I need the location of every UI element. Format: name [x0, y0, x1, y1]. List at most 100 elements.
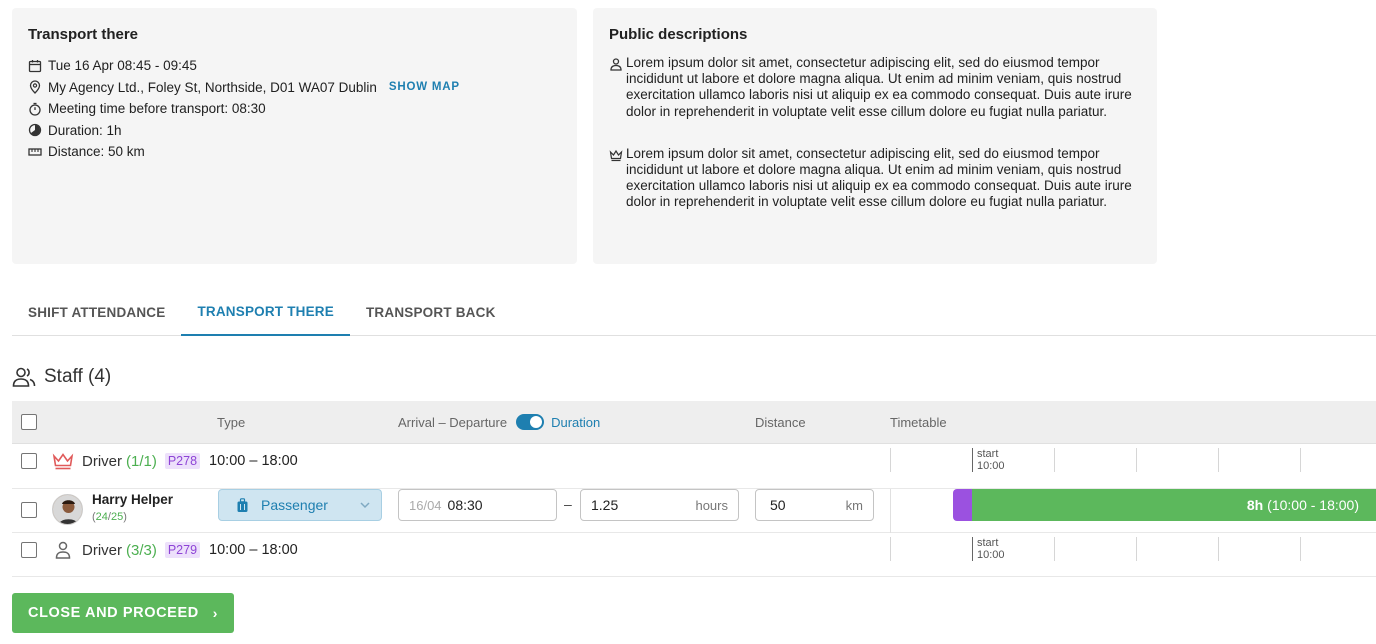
chevron-down-icon [360, 502, 370, 509]
person-icon [610, 58, 622, 71]
row-checkbox-wrap [21, 453, 37, 469]
meeting-time-text: Meeting time before transport: 08:30 [48, 101, 266, 117]
timeline-range: (10:00 - 18:00) [1267, 497, 1359, 513]
tab-transport-back[interactable]: TRANSPORT BACK [350, 288, 512, 336]
location-pin-icon [29, 80, 41, 95]
timeline-transport-segment [953, 489, 972, 521]
select-all-checkbox[interactable] [21, 414, 37, 430]
timeline-tick [890, 448, 891, 472]
calendar-icon [28, 59, 42, 72]
row-checkbox[interactable] [21, 453, 37, 469]
public-description-item: Lorem ipsum dolor sit amet, consectetur … [609, 55, 1141, 120]
table-row-driver-group: Driver (1/1) P278 10:00 – 18:00 start 10:… [12, 444, 1376, 489]
row-checkbox-wrap [21, 542, 37, 558]
type-select-value: Passenger [261, 497, 328, 513]
group-badge: P278 [164, 453, 201, 469]
avatar-image [53, 495, 82, 524]
range-dash: – [564, 496, 572, 512]
person-icon [55, 541, 71, 559]
timeline-start-marker: start 10:00 [972, 448, 1005, 472]
crown-icon [609, 149, 623, 161]
timeline-start-marker: start 10:00 [972, 537, 1005, 561]
row-checkbox-wrap [21, 502, 37, 518]
transport-date-text: Tue 16 Apr 08:45 - 09:45 [48, 58, 197, 74]
transport-location-text: My Agency Ltd., Foley St, Northside, D01… [48, 79, 377, 95]
timeline-ticks: start 10:00 [890, 448, 1376, 472]
avatar[interactable] [52, 494, 83, 525]
public-description-item: Lorem ipsum dolor sit amet, consectetur … [609, 146, 1141, 211]
duration-toggle[interactable] [516, 414, 545, 430]
timeline-tick [1054, 537, 1055, 561]
luggage-icon [237, 497, 248, 512]
table-row-person: Harry Helper (24/25) Passenger 16/04 08:… [12, 489, 1376, 533]
distance-unit: km [845, 497, 863, 513]
chevron-right-icon: › [212, 605, 219, 621]
people-icon [12, 367, 36, 387]
person-score-b: 25 [110, 511, 124, 523]
timeline-start-label: start [977, 448, 999, 460]
header-arrival-departure: Arrival – Departure Duration [398, 401, 600, 443]
public-description-text: Lorem ipsum dolor sit amet, consectetur … [626, 145, 1132, 210]
public-description-text: Lorem ipsum dolor sit amet, consectetur … [626, 55, 1132, 119]
distance-value: 50 [770, 497, 786, 513]
tab-bar: SHIFT ATTENDANCE TRANSPORT THERE TRANSPO… [12, 288, 1376, 336]
crown-icon [52, 453, 74, 470]
group-time: 10:00 – 18:00 [209, 542, 298, 558]
person-score-a: 24 [95, 511, 108, 523]
duration-toggle-knob [530, 416, 543, 428]
driver-group-label: Driver (3/3) P279 10:00 – 18:00 [52, 540, 298, 560]
timeline-tick [1218, 537, 1219, 561]
staff-table: Type Arrival – Departure Duration Distan… [12, 401, 1376, 577]
person-name[interactable]: Harry Helper [92, 492, 173, 507]
duration-input[interactable]: 1.25 hours [580, 489, 739, 521]
arrival-date-prefix: 16/04 [409, 497, 442, 513]
tab-transport-there[interactable]: TRANSPORT THERE [181, 288, 350, 336]
ruler-icon [28, 148, 42, 156]
meeting-time-row: Meeting time before transport: 08:30 [28, 98, 561, 120]
transport-card-title: Transport there [28, 26, 139, 43]
driver-role: Driver [82, 541, 122, 559]
show-map-link[interactable]: SHOW MAP [389, 81, 460, 93]
duration-row: Duration: 1h [28, 120, 561, 142]
duration-value: 1.25 [591, 497, 619, 513]
select-all-checkbox-wrap [21, 401, 37, 443]
distance-input[interactable]: 50 km [755, 489, 874, 521]
timeline-divider [890, 489, 891, 533]
timeline-ticks: start 10:00 [890, 537, 1376, 561]
table-row-driver-group: Driver (3/3) P279 10:00 – 18:00 start 10:… [12, 533, 1376, 577]
duration-text: Duration: 1h [48, 122, 122, 138]
timeline-tick [890, 537, 891, 561]
distance-row: Distance: 50 km [28, 141, 561, 163]
public-descriptions-card: Public descriptions Lorem ipsum dolor si… [593, 8, 1157, 264]
timeline-hours: 8h [1246, 497, 1264, 513]
timeline-start-time: 10:00 [977, 460, 1005, 472]
timeline-tick [1136, 448, 1137, 472]
timeline-tick [1218, 448, 1219, 472]
driver-group-label: Driver (1/1) P278 10:00 – 18:00 [52, 451, 298, 471]
header-arrival-departure-label: Arrival – Departure [398, 414, 508, 430]
driver-count: (3/3) [126, 541, 157, 559]
header-type: Type [217, 414, 246, 430]
header-timetable: Timetable [890, 414, 947, 430]
transport-location-row: My Agency Ltd., Foley St, Northside, D01… [28, 77, 561, 99]
timeline-tick [1300, 537, 1301, 561]
group-badge: P279 [164, 542, 201, 558]
row-checkbox[interactable] [21, 502, 37, 518]
duration-unit: hours [695, 497, 728, 513]
person-score: (24/25) [92, 511, 127, 523]
close-and-proceed-button[interactable]: CLOSE AND PROCEED › [12, 593, 234, 633]
close-and-proceed-label: CLOSE AND PROCEED [28, 605, 199, 621]
distance-text: Distance: 50 km [48, 144, 145, 160]
timeline-bar[interactable]: 8h (10:00 - 18:00) [953, 489, 1376, 521]
row-checkbox[interactable] [21, 542, 37, 558]
timeline-tick [1136, 537, 1137, 561]
timeline-tick [1054, 448, 1055, 472]
header-distance: Distance [755, 414, 806, 430]
stopwatch-icon [29, 102, 41, 116]
tab-shift-attendance[interactable]: SHIFT ATTENDANCE [12, 288, 181, 336]
timeline-tick [1300, 448, 1301, 472]
arrival-time-value: 08:30 [447, 497, 483, 513]
driver-count: (1/1) [126, 452, 157, 470]
arrival-time-input[interactable]: 16/04 08:30 [398, 489, 557, 521]
type-select[interactable]: Passenger [218, 489, 382, 521]
